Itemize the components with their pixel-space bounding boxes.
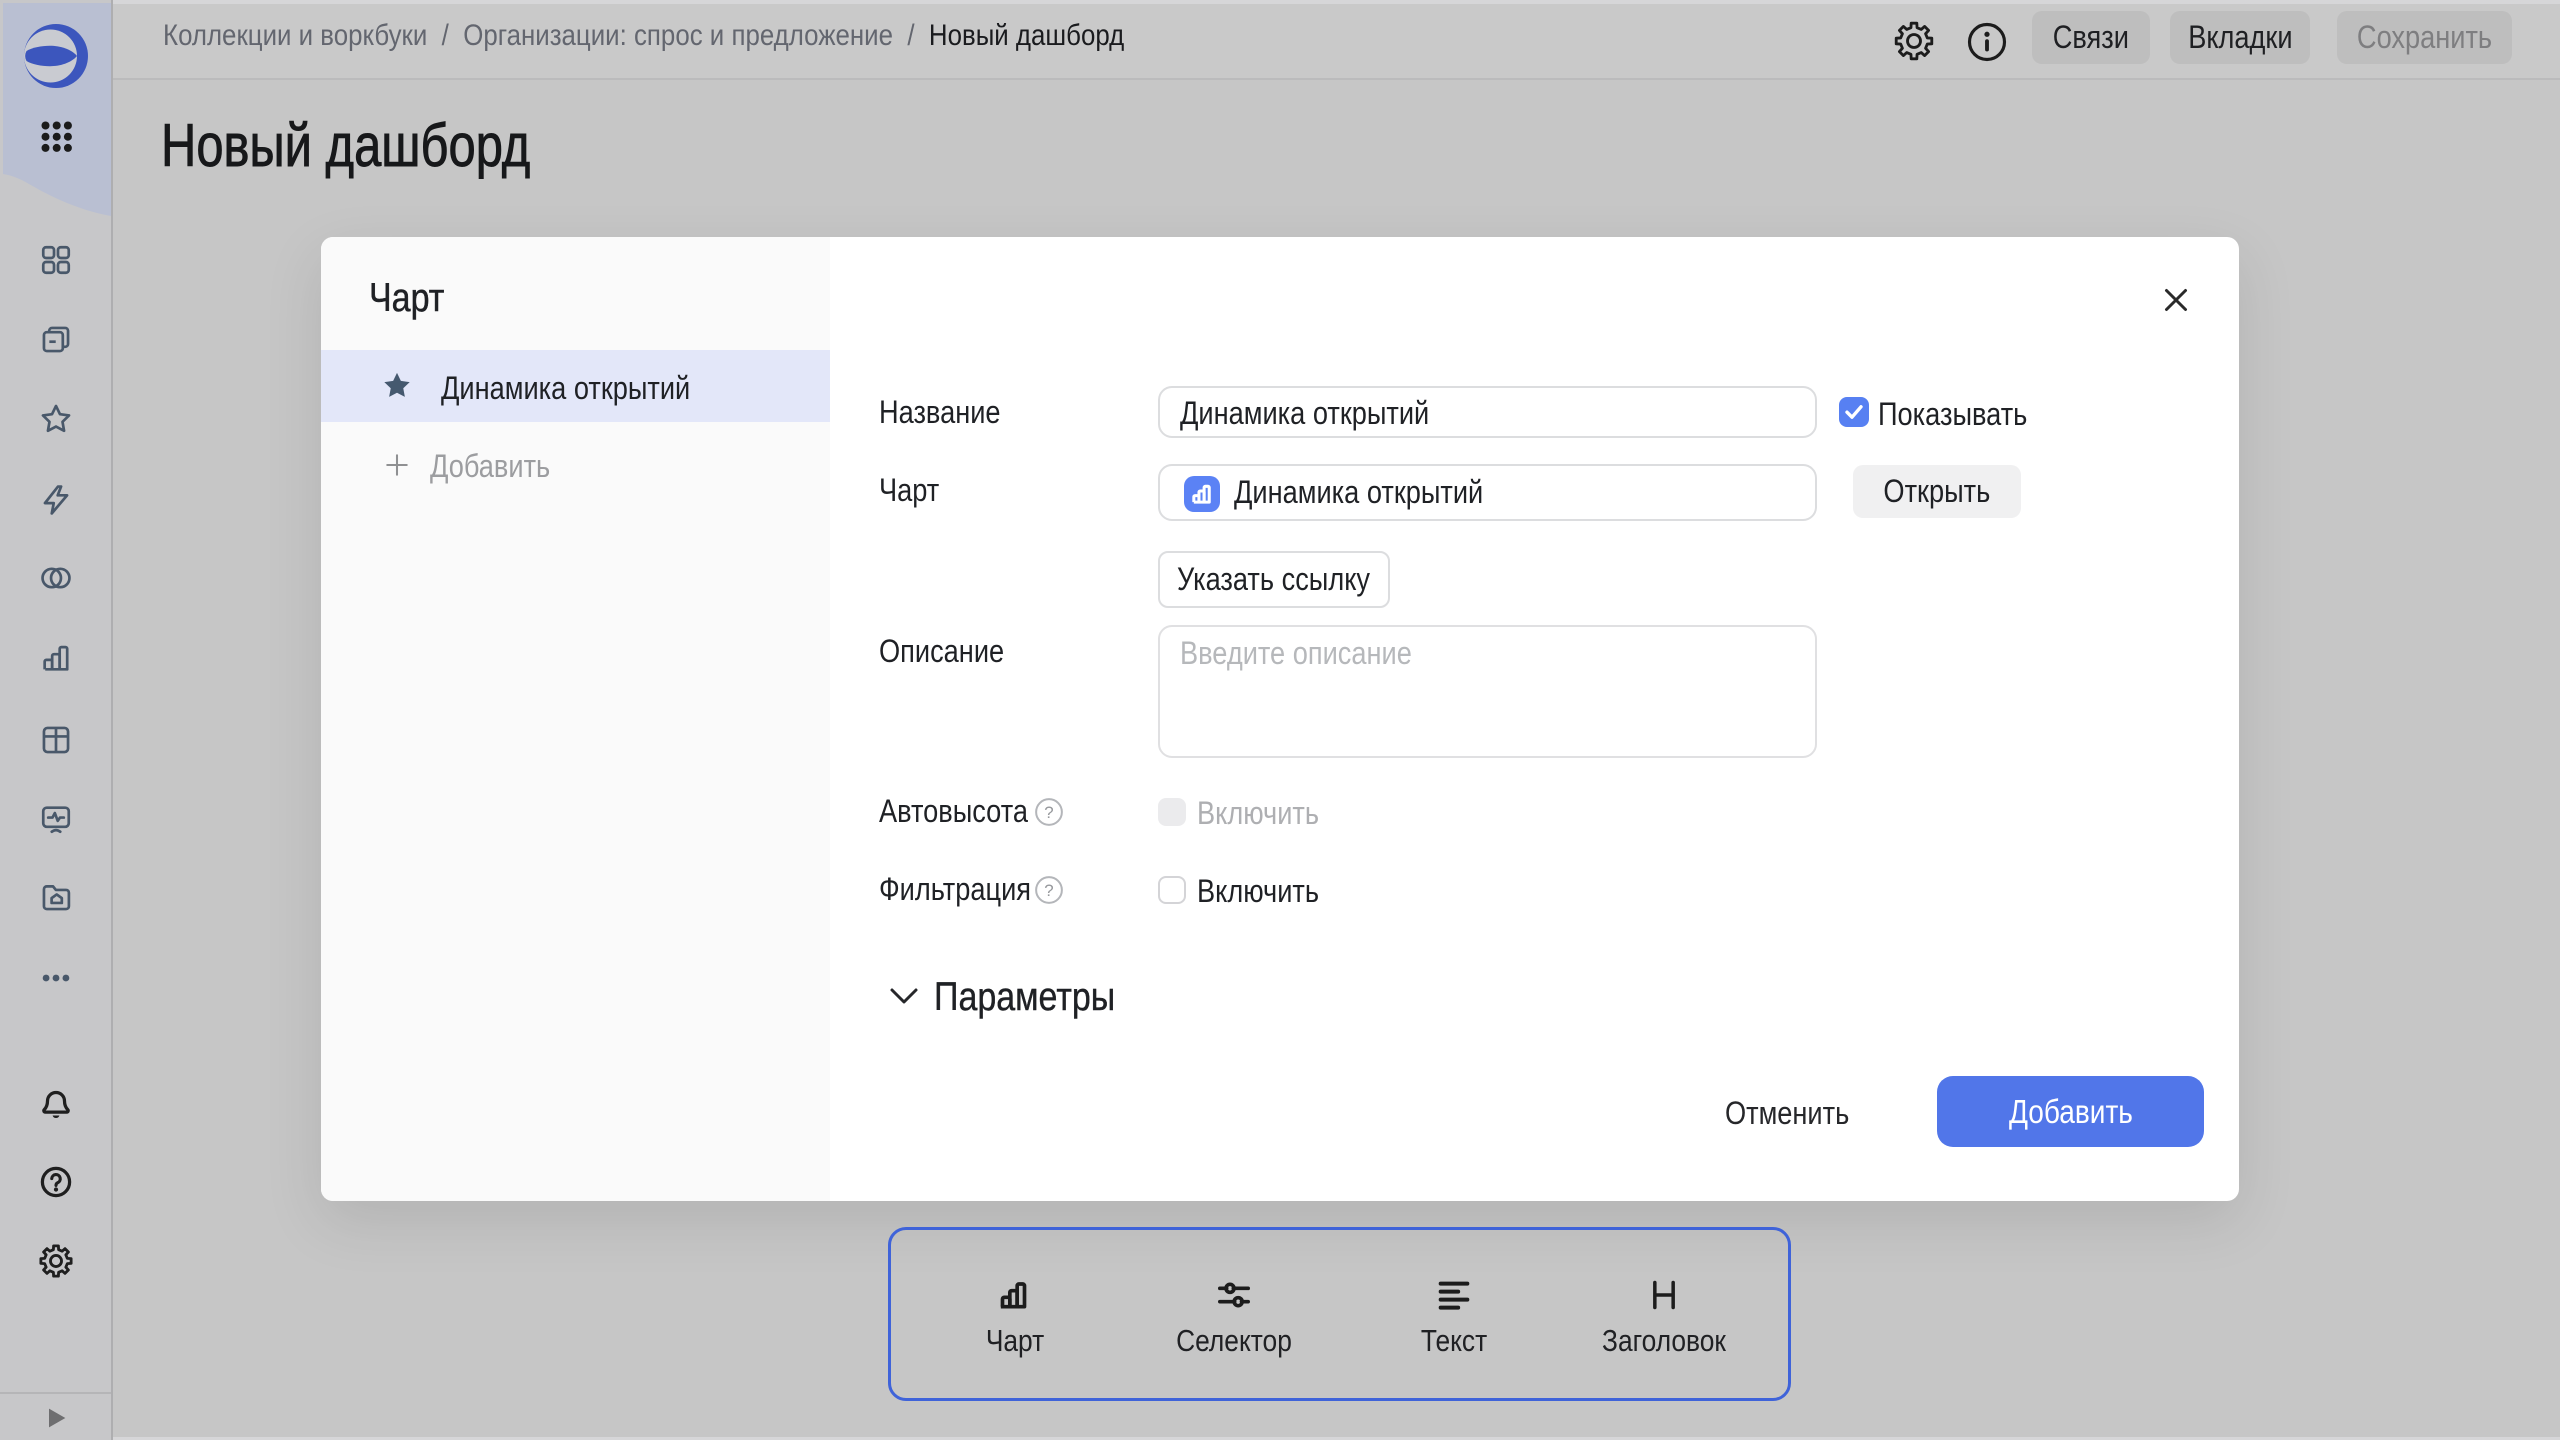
svg-text:?: ? — [1044, 803, 1053, 822]
svg-text:?: ? — [1044, 881, 1053, 900]
